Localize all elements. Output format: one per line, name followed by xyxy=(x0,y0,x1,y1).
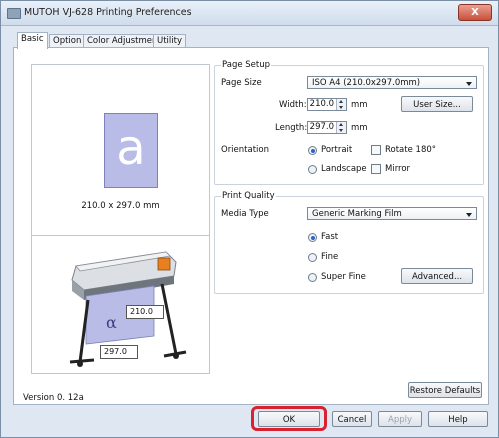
window-title: MUTOH VJ-628 Printing Preferences xyxy=(24,7,192,18)
page-preview: a 210.0 x 297.0 mm xyxy=(31,64,210,238)
page-setup-title: Page Setup xyxy=(221,60,272,70)
printer-paper-letter: α xyxy=(106,313,117,332)
fine-label: Fine xyxy=(321,252,339,262)
page-setup-group: Page Setup Page Size ISO A4 (210.0x297.0… xyxy=(214,60,484,185)
printer-preview: α 210.0 297.0 xyxy=(31,235,210,374)
mirror-checkbox[interactable] xyxy=(371,164,381,174)
apply-button[interactable]: Apply xyxy=(378,411,422,427)
tab-utility[interactable]: Utility xyxy=(153,34,187,48)
rotate-180-checkbox[interactable] xyxy=(371,145,381,155)
width-value: 210.0 xyxy=(309,99,334,109)
paper-preview-icon: a xyxy=(104,113,158,188)
super-fine-radio[interactable] xyxy=(308,273,317,282)
media-type-select[interactable]: Generic Marking Film xyxy=(307,207,477,220)
width-stepper[interactable]: 210.0 xyxy=(307,98,347,111)
printer-length-value: 297.0 xyxy=(100,345,138,359)
print-quality-group: Print Quality Media Type Generic Marking… xyxy=(214,191,484,294)
fast-radio[interactable] xyxy=(308,233,317,242)
length-spin-arrows-icon[interactable] xyxy=(336,122,346,133)
version-text: Version 0. 12a xyxy=(23,393,84,403)
media-type-value: Generic Marking Film xyxy=(312,209,402,219)
tab-basic[interactable]: Basic xyxy=(17,32,48,49)
print-quality-title: Print Quality xyxy=(221,191,276,201)
super-fine-label: Super Fine xyxy=(321,272,366,282)
chevron-down-icon xyxy=(466,213,472,217)
fine-radio[interactable] xyxy=(308,253,317,262)
portrait-label: Portrait xyxy=(321,145,353,155)
close-button[interactable]: X xyxy=(458,4,492,21)
advanced-button[interactable]: Advanced... xyxy=(401,268,473,284)
width-unit: mm xyxy=(351,100,368,110)
user-size-button[interactable]: User Size... xyxy=(401,96,473,112)
printer-app-icon xyxy=(7,8,21,19)
page-size-label: Page Size xyxy=(221,78,262,88)
rotate-180-label: Rotate 180° xyxy=(385,145,437,155)
landscape-radio[interactable] xyxy=(308,165,317,174)
cancel-button[interactable]: Cancel xyxy=(332,411,372,427)
length-unit: mm xyxy=(351,123,368,133)
landscape-label: Landscape xyxy=(321,164,367,174)
paper-dimensions-text: 210.0 x 297.0 mm xyxy=(81,201,160,211)
length-stepper[interactable]: 297.0 xyxy=(307,121,347,134)
media-type-label: Media Type xyxy=(221,209,269,219)
length-value: 297.0 xyxy=(309,122,334,132)
printer-width-value: 210.0 xyxy=(126,305,164,319)
width-spin-arrows-icon[interactable] xyxy=(336,99,346,110)
restore-defaults-button[interactable]: Restore Defaults xyxy=(408,382,482,398)
ok-button-highlight xyxy=(251,406,327,431)
tab-option[interactable]: Option xyxy=(49,34,86,48)
printing-preferences-window: MUTOH VJ-628 Printing Preferences X Basi… xyxy=(0,0,499,438)
chevron-down-icon xyxy=(466,82,472,86)
page-size-value: ISO A4 (210.0x297.0mm) xyxy=(312,78,421,88)
orientation-label: Orientation xyxy=(221,145,269,155)
width-label: Width: xyxy=(279,100,307,110)
title-bar: MUTOH VJ-628 Printing Preferences X xyxy=(1,1,498,26)
paper-letter: a xyxy=(116,120,146,176)
mirror-label: Mirror xyxy=(385,164,411,174)
fast-label: Fast xyxy=(321,232,339,242)
portrait-radio[interactable] xyxy=(308,146,317,155)
page-size-select[interactable]: ISO A4 (210.0x297.0mm) xyxy=(307,76,477,89)
basic-tab-panel: a 210.0 x 297.0 mm α 210.0 297.0 Page Se… xyxy=(13,47,489,405)
length-label: Length: xyxy=(275,123,308,133)
help-button[interactable]: Help xyxy=(428,411,488,427)
